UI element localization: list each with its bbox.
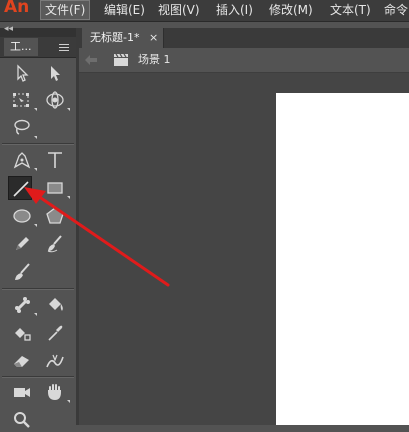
selection-tool[interactable] xyxy=(10,61,34,85)
camera-tool[interactable] xyxy=(10,380,34,404)
width-icon xyxy=(46,354,64,368)
width-tool[interactable] xyxy=(43,349,67,373)
pencil-icon xyxy=(16,237,29,250)
app-logo: An xyxy=(4,0,30,17)
eraser-icon xyxy=(14,356,29,367)
scene-label[interactable]: 场景 1 xyxy=(138,52,171,68)
collapse-icon[interactable]: ◂◂ xyxy=(4,24,13,34)
hand-icon xyxy=(48,384,61,400)
hand-tool[interactable] xyxy=(43,380,70,404)
line-tool[interactable] xyxy=(8,176,32,200)
menu-view[interactable]: 视图(V) xyxy=(154,1,204,19)
tool-group-indicator xyxy=(67,108,70,111)
tool-group-indicator xyxy=(67,196,70,199)
paint-brush-tool[interactable] xyxy=(43,232,67,256)
eyedropper-tool[interactable] xyxy=(43,321,67,345)
menu-commands[interactable]: 命令 xyxy=(380,1,409,19)
tool-group-indicator xyxy=(34,136,37,139)
paint-bucket-tool[interactable] xyxy=(43,293,67,317)
menu-file[interactable]: 文件(F) xyxy=(40,0,91,20)
clapperboard-icon xyxy=(114,53,128,66)
ink-bottle-icon xyxy=(15,328,31,341)
pencil-tool[interactable] xyxy=(10,232,34,256)
bone-tool[interactable] xyxy=(10,293,37,317)
paint-bucket-icon xyxy=(49,298,63,311)
menu-bar: An 文件(F) 编辑(E) 视图(V) 插入(I) 修改(M) 文本(T) 命… xyxy=(0,0,409,22)
polygon-icon xyxy=(46,207,64,224)
3d-rotation-icon xyxy=(46,91,64,109)
rectangle-icon xyxy=(47,182,63,194)
tool-group-indicator xyxy=(34,168,37,171)
eraser-tool[interactable] xyxy=(10,349,34,373)
tool-group-indicator xyxy=(34,224,37,227)
subselection-tool[interactable] xyxy=(43,61,67,85)
panel-collapse-bar[interactable]: ◂◂ xyxy=(0,24,76,37)
oval-icon xyxy=(13,209,31,223)
tools-tab-label[interactable]: 工... xyxy=(4,38,38,56)
tool-separator xyxy=(2,288,74,290)
subselection-arrow-icon xyxy=(51,66,60,81)
oval-tool[interactable] xyxy=(10,204,37,228)
free-transform-tool[interactable] xyxy=(10,88,37,112)
document-tab-title: 无标题-1* xyxy=(90,31,140,44)
ink-bottle-tool[interactable] xyxy=(10,321,34,345)
lasso-tool[interactable] xyxy=(10,116,37,140)
brush-icon xyxy=(15,263,30,280)
tool-separator xyxy=(2,376,74,378)
line-icon xyxy=(13,181,29,197)
lasso-icon xyxy=(14,119,30,135)
polystar-tool[interactable] xyxy=(43,204,67,228)
tool-group-indicator xyxy=(34,108,37,111)
document-tab[interactable]: 无标题-1* × xyxy=(82,28,164,48)
paint-brush-icon xyxy=(47,235,62,253)
pen-icon xyxy=(13,152,31,169)
tool-separator xyxy=(2,143,74,145)
text-tool[interactable] xyxy=(43,148,67,172)
tool-group-indicator xyxy=(34,313,37,316)
eyedropper-icon xyxy=(48,325,63,341)
brush-tool[interactable] xyxy=(10,260,34,284)
back-arrow-icon[interactable] xyxy=(84,54,98,66)
tools-tab: 工... xyxy=(0,37,76,58)
edit-bar: 场景 1 xyxy=(79,48,409,73)
stage-canvas[interactable] xyxy=(276,93,409,425)
3d-rotation-tool[interactable] xyxy=(43,88,70,112)
rectangle-tool[interactable] xyxy=(43,176,70,200)
tool-group-indicator xyxy=(67,400,70,403)
camera-icon xyxy=(14,388,30,397)
panel-menu-icon[interactable] xyxy=(58,41,70,53)
close-icon[interactable]: × xyxy=(149,30,158,46)
text-t-icon xyxy=(48,152,62,168)
bone-icon xyxy=(15,297,30,313)
magnifier-icon xyxy=(14,412,30,428)
zoom-tool[interactable] xyxy=(10,408,34,432)
pen-tool[interactable] xyxy=(10,148,37,172)
menu-text[interactable]: 文本(T) xyxy=(326,1,375,19)
menu-insert[interactable]: 插入(I) xyxy=(212,1,257,19)
menu-modify[interactable]: 修改(M) xyxy=(265,1,317,19)
free-transform-icon xyxy=(13,93,29,107)
menu-edit[interactable]: 编辑(E) xyxy=(100,1,149,19)
document-tab-bar: 无标题-1* × xyxy=(79,28,409,48)
selection-arrow-icon xyxy=(17,64,29,82)
